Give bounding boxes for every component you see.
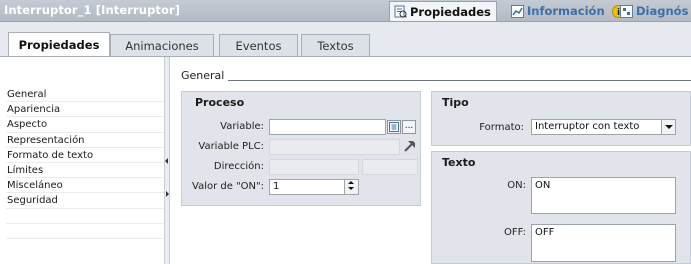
direccion-field-2 <box>362 159 418 175</box>
nav-item-miscelaneo[interactable]: Misceláneo <box>6 178 164 194</box>
subtabs-bar: Propiedades Animaciones Eventos Textos <box>0 22 691 57</box>
subtab-eventos[interactable]: Eventos <box>219 34 298 56</box>
direccion-label: Dirección: <box>213 161 264 172</box>
valor-on-label: Valor de "ON": <box>192 181 264 192</box>
nav-blank-row <box>6 209 164 224</box>
window-title: Interruptor_1 [Interruptor] <box>4 3 181 17</box>
tab-informacion[interactable]: Información i <box>507 1 625 21</box>
expand-right-icon[interactable] <box>166 191 169 197</box>
proceso-group: Proceso Variable: ... Variable PLC: Dire… <box>181 91 421 206</box>
inspector-titlebar: Interruptor_1 [Interruptor] Propiedades … <box>0 0 691 22</box>
section-heading: General <box>181 69 225 82</box>
properties-content: General Apariencia Aspecto Representació… <box>0 57 691 264</box>
variable-input[interactable] <box>269 119 386 135</box>
proceso-title: Proceso <box>195 96 245 109</box>
variable-label: Variable: <box>220 121 264 132</box>
texto-group: Texto ON: ON OFF: OFF <box>431 151 691 264</box>
tab-informacion-label: Información <box>527 4 605 18</box>
nav-item-limites[interactable]: Límites <box>6 163 164 179</box>
formato-select[interactable]: Interruptor con texto <box>531 119 676 135</box>
tab-propiedades[interactable]: Propiedades <box>389 1 497 21</box>
stepper-up-icon[interactable] <box>348 181 354 184</box>
stepper-down-icon[interactable] <box>348 187 354 190</box>
tipo-group: Tipo Formato: Interruptor con texto <box>431 91 691 146</box>
link-arrow-icon[interactable] <box>401 139 417 155</box>
info-chart-icon <box>511 4 524 18</box>
off-label: OFF: <box>504 227 526 238</box>
list-icon[interactable] <box>387 120 401 134</box>
formato-value: Interruptor con texto <box>535 121 640 132</box>
nav-item-representacion[interactable]: Representación <box>6 133 164 148</box>
texto-title: Texto <box>442 156 476 169</box>
formato-label: Formato: <box>479 122 524 133</box>
direccion-field-1 <box>269 159 359 175</box>
nav-item-general[interactable]: General <box>6 87 164 103</box>
nav-item-formato-de-texto[interactable]: Formato de texto <box>6 148 164 163</box>
nav-item-aspecto[interactable]: Aspecto <box>6 117 164 133</box>
diagnostics-icon <box>620 4 633 18</box>
subtab-animaciones[interactable]: Animaciones <box>110 34 214 56</box>
tab-diagnostico-label: Diagnós <box>636 4 689 18</box>
nav-item-seguridad[interactable]: Seguridad <box>6 193 164 209</box>
on-text-input[interactable]: ON <box>531 177 676 214</box>
collapse-left-icon[interactable] <box>165 158 168 164</box>
on-label: ON: <box>507 180 526 191</box>
variable-plc-label: Variable PLC: <box>198 141 264 152</box>
chevron-down-icon[interactable] <box>661 120 675 134</box>
tab-diagnostico[interactable]: Diagnós <box>616 1 691 21</box>
browse-button[interactable]: ... <box>402 120 416 134</box>
nav-item-apariencia[interactable]: Apariencia <box>6 102 164 118</box>
subtab-textos[interactable]: Textos <box>301 34 370 56</box>
property-nav: General Apariencia Aspecto Representació… <box>6 87 164 239</box>
valor-on-stepper[interactable] <box>344 180 358 194</box>
tipo-title: Tipo <box>442 96 469 109</box>
off-text-input[interactable]: OFF <box>531 224 676 262</box>
subtab-propiedades[interactable]: Propiedades <box>8 32 110 57</box>
section-divider <box>228 80 691 81</box>
properties-icon <box>394 5 407 18</box>
nav-blank-row <box>6 224 164 239</box>
tab-propiedades-label: Propiedades <box>410 4 491 19</box>
variable-plc-field <box>269 139 400 155</box>
